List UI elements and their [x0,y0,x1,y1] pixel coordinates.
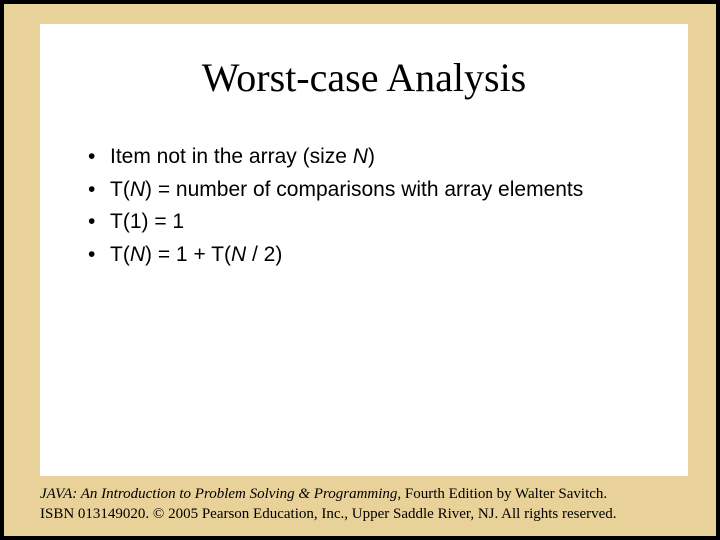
bullet-icon: • [88,206,110,239]
text-run: T( [110,178,130,201]
bullet-icon: • [88,239,110,272]
bullet-text: Item not in the array (size N) [110,141,658,174]
text-italic: N [353,145,368,168]
content-area: Worst-case Analysis • Item not in the ar… [40,24,688,476]
footer-book-title: JAVA: An Introduction to Problem Solving… [40,486,397,502]
bullet-text: T(N) = 1 + T(N / 2) [110,239,658,272]
text-run: Item not in the array (size [110,145,353,168]
text-run: ) [368,145,375,168]
list-item: • Item not in the array (size N) [88,141,658,174]
bullet-icon: • [88,174,110,207]
text-run: / 2) [246,243,282,266]
text-run: T( [110,243,130,266]
list-item: • T(1) = 1 [88,206,658,239]
bullet-text: T(N) = number of comparisons with array … [110,174,658,207]
text-run: T(1) = 1 [110,210,184,233]
bullet-text: T(1) = 1 [110,206,658,239]
footer-copyright: ISBN 013149020. © 2005 Pearson Education… [40,506,617,522]
text-run: ) = 1 + T( [145,243,231,266]
slide: Worst-case Analysis • Item not in the ar… [0,0,720,540]
text-italic: N [231,243,246,266]
list-item: • T(N) = number of comparisons with arra… [88,174,658,207]
text-italic: N [130,243,145,266]
footer: JAVA: An Introduction to Problem Solving… [40,484,688,525]
text-italic: N [130,178,145,201]
text-run: ) = number of comparisons with array ele… [145,178,583,201]
bullet-icon: • [88,141,110,174]
bullet-list: • Item not in the array (size N) • T(N) … [40,141,688,271]
list-item: • T(N) = 1 + T(N / 2) [88,239,658,272]
footer-edition: , Fourth Edition by Walter Savitch. [397,486,607,502]
slide-title: Worst-case Analysis [40,54,688,101]
